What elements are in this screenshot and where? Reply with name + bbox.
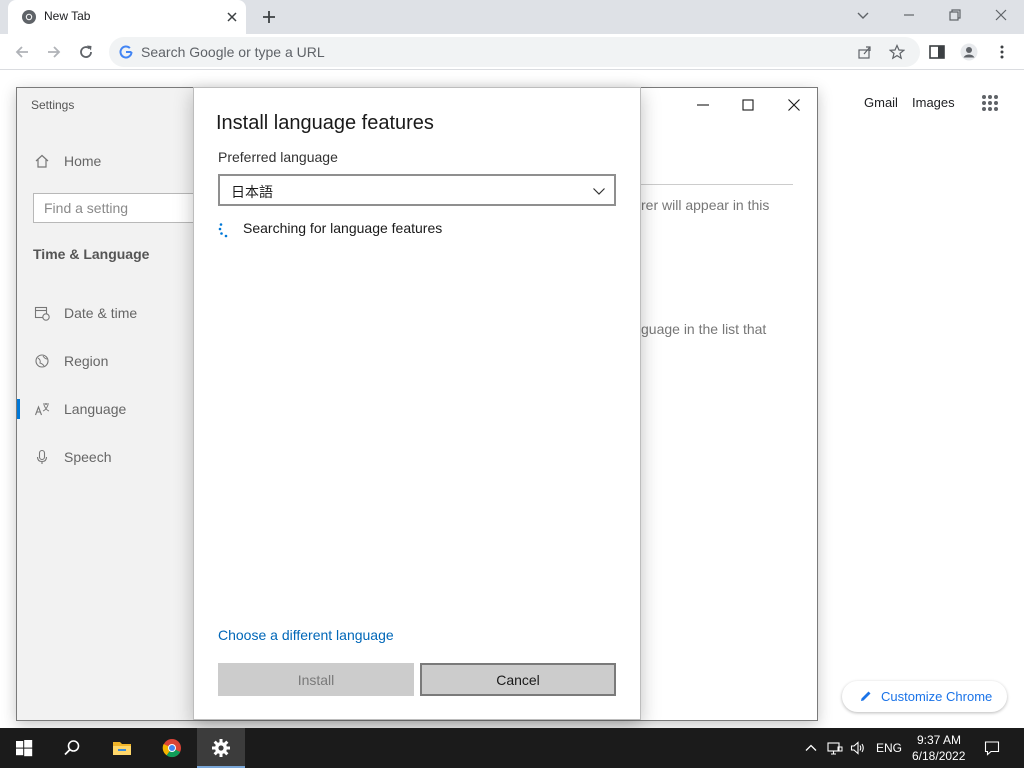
tab-close-icon[interactable]: [225, 10, 239, 24]
side-panel-icon[interactable]: [928, 43, 946, 61]
calendar-clock-icon: [34, 306, 50, 321]
gear-icon: [212, 739, 230, 757]
home-icon: [35, 154, 49, 168]
forward-arrow-icon[interactable]: [45, 43, 63, 61]
sidebar-item-label: Region: [64, 353, 109, 369]
customize-chrome-label: Customize Chrome: [881, 689, 993, 704]
chrome-logo-icon: [162, 739, 181, 758]
back-arrow-icon[interactable]: [13, 43, 31, 61]
sidebar-item-language[interactable]: Language: [17, 391, 194, 427]
globe-region-icon: [35, 354, 49, 368]
settings-close-icon[interactable]: [787, 98, 801, 112]
install-language-dialog: Install language features Preferred lang…: [193, 87, 641, 720]
settings-sidebar: Settings Home Time & Language Date & tim…: [17, 88, 194, 720]
windows-logo-icon: [16, 740, 33, 757]
sidebar-item-home[interactable]: Home: [17, 143, 194, 179]
language-icon: [34, 403, 50, 416]
content-divider: [639, 184, 793, 185]
choose-different-language-link[interactable]: Choose a different language: [218, 627, 394, 643]
chrome-taskbar-button[interactable]: [148, 728, 196, 768]
gmail-link[interactable]: Gmail: [864, 95, 898, 110]
microphone-icon: [36, 449, 48, 464]
cancel-button[interactable]: Cancel: [420, 663, 616, 696]
chevron-down-icon: [593, 188, 605, 195]
google-apps-icon[interactable]: [981, 94, 999, 112]
chrome-favicon-icon: [22, 10, 36, 24]
sidebar-item-date-time[interactable]: Date & time: [17, 295, 194, 331]
searching-status-text: Searching for language features: [243, 220, 443, 236]
sidebar-item-label: Language: [64, 401, 127, 417]
restore-icon[interactable]: [947, 7, 963, 23]
input-language-indicator[interactable]: ENG: [876, 741, 902, 755]
chrome-tabstrip: New Tab: [0, 0, 1024, 34]
dialog-title: Install language features: [216, 112, 434, 134]
settings-app-title: Settings: [31, 98, 75, 112]
sidebar-item-region[interactable]: Region: [17, 343, 194, 379]
bookmark-star-icon[interactable]: [889, 44, 905, 60]
show-hidden-icons-chevron-icon[interactable]: [803, 740, 819, 756]
file-explorer-button[interactable]: [98, 728, 146, 768]
sidebar-item-speech[interactable]: Speech: [17, 439, 194, 475]
share-icon[interactable]: [857, 44, 873, 60]
settings-minimize-icon[interactable]: [696, 98, 710, 112]
active-indicator: [17, 399, 20, 419]
sidebar-item-label: Home: [64, 153, 102, 169]
windows-taskbar: ENG 9:37 AM 6/18/2022: [0, 728, 1024, 768]
background-text-line2: guage in the list that: [641, 321, 767, 337]
settings-maximize-icon[interactable]: [741, 98, 755, 112]
sidebar-item-label: Date & time: [64, 305, 138, 321]
new-tab-plus-icon[interactable]: [260, 8, 278, 26]
tab-new-tab[interactable]: New Tab: [8, 0, 246, 34]
clock-date[interactable]: 6/18/2022: [912, 749, 965, 763]
menu-dots-icon[interactable]: [993, 43, 1011, 61]
find-setting-box[interactable]: [33, 193, 194, 223]
tab-title: New Tab: [44, 9, 91, 23]
loading-spinner-icon: [218, 223, 228, 238]
chrome-toolbar: [0, 34, 1024, 70]
preferred-language-select[interactable]: 日本語: [218, 174, 616, 206]
close-window-icon[interactable]: [993, 7, 1009, 23]
volume-icon[interactable]: [850, 740, 866, 756]
selected-language-value: 日本語: [231, 185, 273, 201]
settings-taskbar-button[interactable]: [197, 728, 245, 768]
sidebar-item-label: Speech: [64, 449, 112, 465]
find-setting-input[interactable]: [34, 194, 184, 222]
minimize-icon[interactable]: [901, 7, 917, 23]
google-g-icon: [119, 45, 133, 59]
pencil-icon: [861, 691, 871, 701]
omnibox-input[interactable]: [141, 37, 841, 67]
reload-icon[interactable]: [77, 43, 95, 61]
folder-icon: [113, 742, 131, 755]
install-button[interactable]: Install: [218, 663, 414, 696]
tab-search-chevron-icon[interactable]: [855, 7, 871, 23]
start-button[interactable]: [0, 728, 48, 768]
search-icon: [64, 740, 80, 756]
images-link[interactable]: Images: [912, 95, 955, 110]
customize-chrome-button[interactable]: Customize Chrome: [842, 681, 1007, 712]
section-title: Time & Language: [33, 246, 150, 262]
network-icon[interactable]: [827, 740, 843, 756]
omnibox[interactable]: [109, 37, 920, 67]
notifications-icon[interactable]: [984, 740, 1000, 756]
profile-avatar-icon[interactable]: [960, 43, 978, 61]
background-text-line1: rer will appear in this: [641, 197, 770, 213]
clock-time[interactable]: 9:37 AM: [917, 733, 961, 747]
preferred-language-label: Preferred language: [218, 149, 338, 165]
search-button[interactable]: [48, 728, 96, 768]
